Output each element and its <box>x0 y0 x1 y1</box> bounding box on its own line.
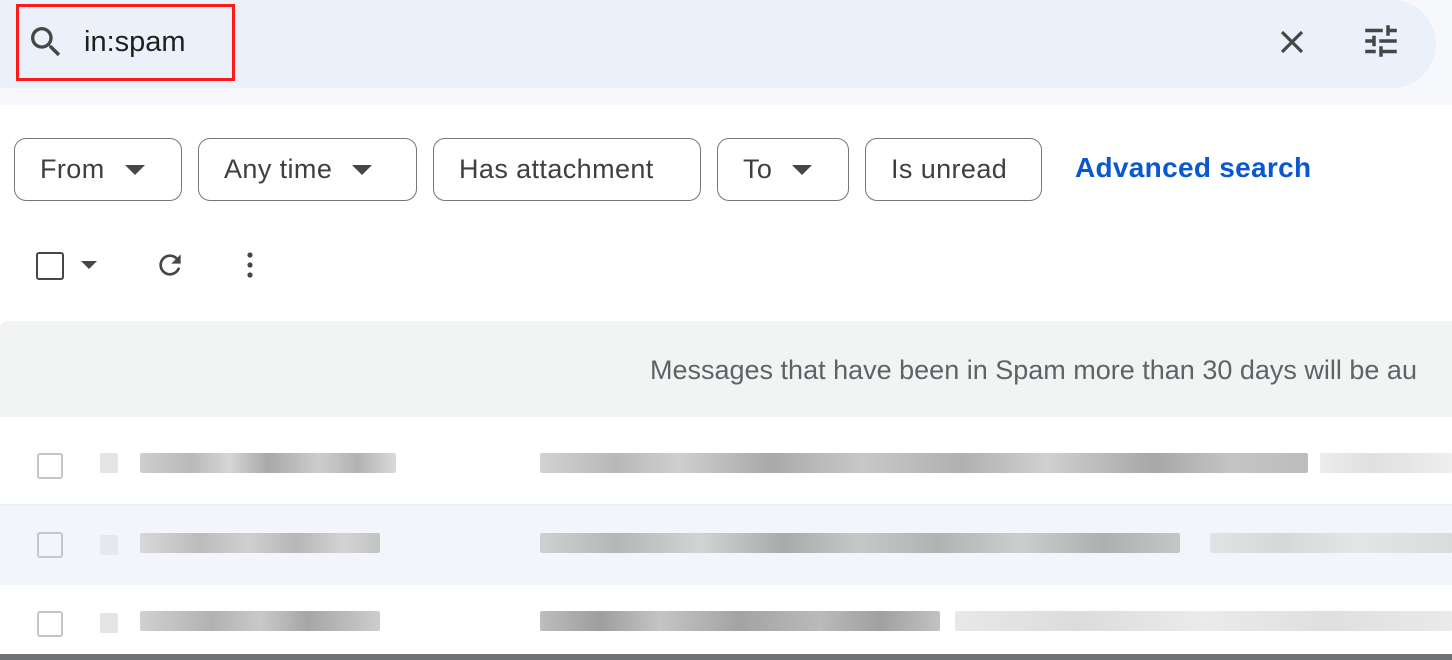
mail-row[interactable] <box>0 585 1452 655</box>
tune-icon <box>1365 25 1397 57</box>
to-filter-chip[interactable]: To <box>717 138 849 201</box>
blurred-subject <box>540 611 940 631</box>
is-unread-filter-chip[interactable]: Is unread <box>865 138 1042 201</box>
from-filter-chip[interactable]: From <box>14 138 182 201</box>
chevron-down-icon <box>124 164 145 175</box>
chevron-down-icon <box>792 164 813 175</box>
blurred-snippet <box>955 611 1452 631</box>
advanced-search-link[interactable]: Advanced search <box>1075 152 1311 184</box>
any-time-filter-label: Any time <box>224 154 333 184</box>
spam-notice-text: Messages that have been in Spam more tha… <box>650 355 1417 385</box>
blurred-snippet <box>1210 533 1452 553</box>
chevron-down-icon <box>352 164 373 175</box>
select-menu-chevron-down-icon[interactable] <box>81 261 97 269</box>
blurred-snippet <box>1320 453 1452 473</box>
any-time-filter-chip[interactable]: Any time <box>198 138 417 201</box>
blurred-sender <box>140 533 380 553</box>
blurred-sender <box>100 453 118 473</box>
has-attachment-filter-chip[interactable]: Has attachment <box>433 138 701 201</box>
blurred-sender <box>140 611 380 631</box>
row-checkbox[interactable] <box>37 453 63 479</box>
bottom-edge-divider <box>0 654 1452 660</box>
blurred-subject <box>540 533 1180 553</box>
blurred-sender <box>140 453 396 473</box>
clear-search-button[interactable] <box>1270 20 1314 64</box>
select-all-checkbox[interactable] <box>36 252 64 280</box>
close-icon <box>1280 30 1304 54</box>
row-checkbox[interactable] <box>37 532 63 558</box>
blurred-sender <box>100 535 118 555</box>
mail-row[interactable] <box>0 505 1452 585</box>
has-attachment-filter-label: Has attachment <box>459 154 654 184</box>
refresh-icon[interactable] <box>154 249 186 281</box>
blurred-subject <box>540 453 1308 473</box>
to-filter-label: To <box>743 154 773 184</box>
is-unread-filter-label: Is unread <box>891 154 1008 184</box>
search-options-button[interactable] <box>1358 18 1404 64</box>
search-input[interactable] <box>84 22 224 62</box>
blurred-sender <box>100 613 118 633</box>
mail-row[interactable] <box>0 425 1452 505</box>
search-icon[interactable] <box>26 22 66 62</box>
more-vert-icon[interactable] <box>238 248 262 282</box>
from-filter-label: From <box>40 154 105 184</box>
row-checkbox[interactable] <box>37 611 63 637</box>
